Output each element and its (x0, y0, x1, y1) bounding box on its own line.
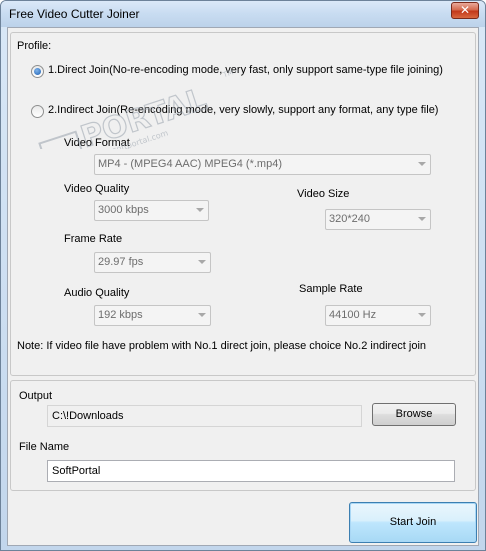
output-path-field[interactable]: C:\!Downloads (47, 405, 362, 427)
video-quality-label: Video Quality (64, 183, 130, 195)
direct-join-radio[interactable] (31, 65, 44, 78)
browse-label: Browse (395, 408, 433, 420)
chevron-down-icon (196, 208, 204, 212)
sample-rate-label: Sample Rate (299, 283, 363, 295)
profile-label: Profile: (17, 40, 52, 52)
file-name-input[interactable]: SoftPortal (47, 460, 455, 482)
close-button[interactable]: ✕ (451, 2, 479, 19)
output-group: Output C:\!Downloads Browse File Name So… (10, 380, 476, 491)
frame-rate-label: Frame Rate (64, 233, 123, 245)
start-join-label: Start Join (389, 516, 437, 528)
indirect-join-radio[interactable] (31, 105, 44, 118)
audio-quality-select[interactable]: 192 kbps (94, 305, 211, 326)
frame-rate-select[interactable]: 29.97 fps (94, 252, 211, 273)
client-area: Profile: 1.Direct Join(No-re-encoding mo… (7, 27, 479, 546)
close-icon: ✕ (459, 3, 471, 17)
audio-quality-value: 192 kbps (98, 309, 143, 321)
sample-rate-select[interactable]: 44100 Hz (325, 305, 431, 326)
sample-rate-value: 44100 Hz (329, 309, 377, 321)
video-format-value: MP4 - (MPEG4 AAC) MPEG4 (*.mp4) (98, 158, 282, 170)
chevron-down-icon (198, 260, 206, 264)
start-join-button[interactable]: Start Join (349, 502, 477, 543)
window-title: Free Video Cutter Joiner (9, 7, 140, 21)
video-quality-select[interactable]: 3000 kbps (94, 200, 209, 221)
chevron-down-icon (418, 162, 426, 166)
frame-rate-value: 29.97 fps (98, 256, 144, 268)
app-window: Free Video Cutter Joiner ✕ Profile: 1.Di… (0, 0, 486, 551)
chevron-down-icon (418, 217, 426, 221)
video-size-select[interactable]: 320*240 (325, 209, 431, 230)
output-label: Output (19, 390, 53, 402)
note-text: Note: If video file have problem with No… (17, 340, 427, 352)
chevron-down-icon (418, 313, 426, 317)
video-quality-value: 3000 kbps (98, 204, 149, 216)
file-name-value: SoftPortal (52, 465, 101, 477)
indirect-join-label[interactable]: 2.Indirect Join(Re-encoding mode, very s… (48, 104, 438, 116)
video-format-select[interactable]: MP4 - (MPEG4 AAC) MPEG4 (*.mp4) (94, 154, 431, 175)
file-name-label: File Name (19, 441, 70, 453)
chevron-down-icon (198, 313, 206, 317)
audio-quality-label: Audio Quality (64, 287, 130, 299)
video-size-value: 320*240 (329, 213, 370, 225)
title-bar[interactable]: Free Video Cutter Joiner ✕ (1, 1, 485, 27)
output-path-value: C:\!Downloads (52, 410, 124, 422)
profile-group: Profile: 1.Direct Join(No-re-encoding mo… (10, 32, 476, 376)
video-size-label: Video Size (297, 188, 350, 200)
video-format-label: Video Format (64, 137, 130, 149)
direct-join-label[interactable]: 1.Direct Join(No-re-encoding mode, very … (48, 64, 443, 76)
browse-button[interactable]: Browse (372, 403, 456, 426)
